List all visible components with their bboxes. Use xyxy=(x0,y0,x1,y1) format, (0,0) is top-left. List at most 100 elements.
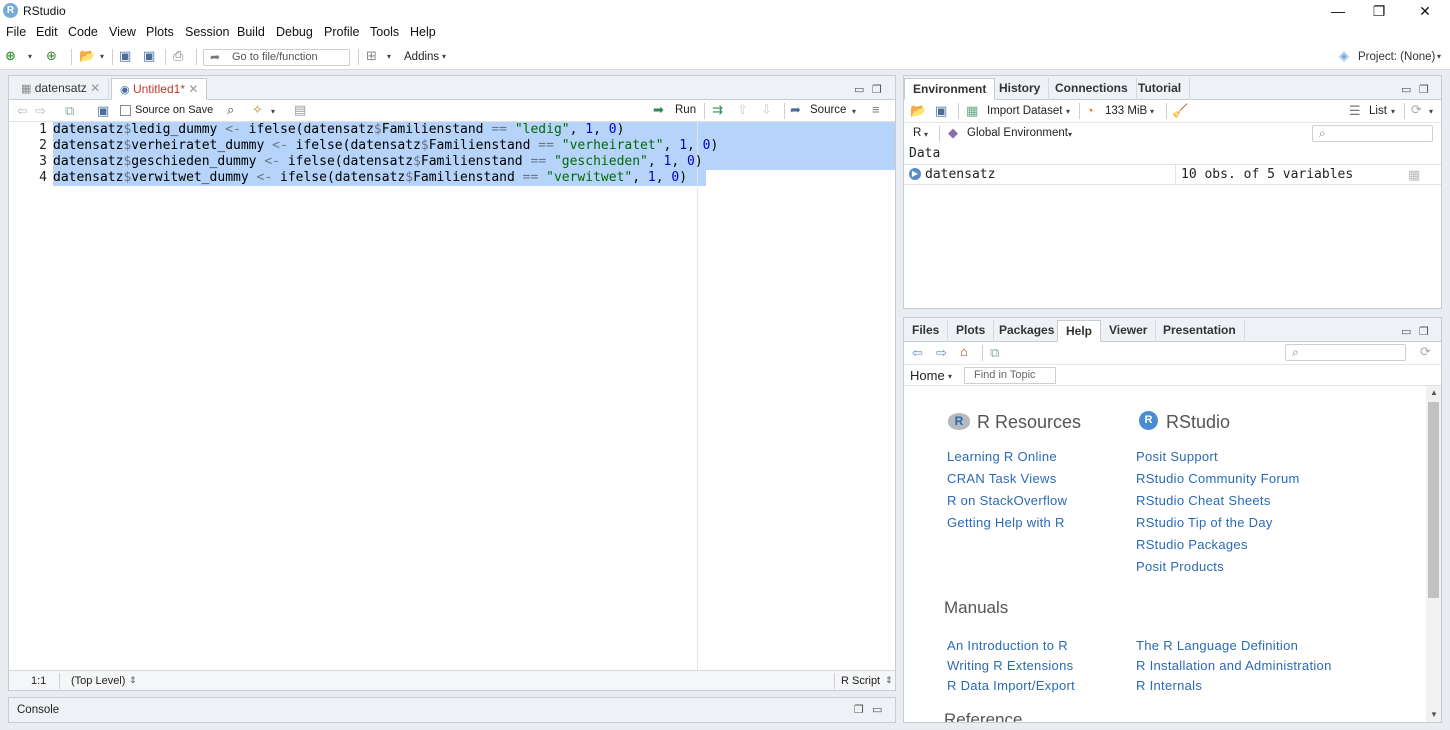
forward-arrow-icon[interactable]: ⇨ xyxy=(35,103,46,119)
link-language-definition[interactable]: The R Language Definition xyxy=(1136,638,1298,653)
menu-build[interactable]: Build xyxy=(237,25,265,39)
menu-file[interactable]: File xyxy=(6,25,26,39)
new-file-icon[interactable]: ⊕ xyxy=(5,48,16,64)
console-tab[interactable]: Console xyxy=(17,704,59,716)
minimize-button[interactable]: — xyxy=(1315,0,1361,22)
close-icon[interactable]: ✕ xyxy=(90,81,100,95)
scope-selector[interactable]: (Top Level) xyxy=(71,675,125,687)
import-dataset-button[interactable]: Import Dataset xyxy=(987,105,1062,117)
chevron-down-icon[interactable]: ▾ xyxy=(442,49,446,65)
chevron-down-icon[interactable]: ▾ xyxy=(1066,104,1070,120)
menu-view[interactable]: View xyxy=(109,25,136,39)
tab-packages[interactable]: Packages xyxy=(991,320,1064,342)
link-installation-admin[interactable]: R Installation and Administration xyxy=(1136,658,1332,673)
tab-viewer[interactable]: Viewer xyxy=(1101,320,1157,342)
link-posit-support[interactable]: Posit Support xyxy=(1136,449,1218,464)
chevron-down-icon[interactable]: ▾ xyxy=(1437,49,1441,65)
new-project-icon[interactable]: ⊕ xyxy=(46,48,57,64)
link-intro-to-r[interactable]: An Introduction to R xyxy=(947,638,1068,653)
maximize-pane-icon[interactable]: ❐ xyxy=(1419,83,1429,96)
minimize-pane-icon[interactable]: ▭ xyxy=(1401,325,1411,338)
link-community-forum[interactable]: RStudio Community Forum xyxy=(1136,471,1300,486)
project-menu[interactable]: Project: (None) xyxy=(1358,51,1435,63)
menu-help[interactable]: Help xyxy=(410,25,436,39)
tab-environment[interactable]: Environment xyxy=(904,78,996,100)
expand-arrow-icon[interactable]: ▶ xyxy=(909,168,921,180)
goto-file-input[interactable]: ➦ Go to file/function xyxy=(203,49,350,66)
search-icon[interactable]: ⌕ xyxy=(227,102,234,118)
link-cran-task-views[interactable]: CRAN Task Views xyxy=(947,471,1057,486)
broom-icon[interactable]: 🧹 xyxy=(1172,103,1188,119)
chevron-down-icon[interactable]: ▾ xyxy=(1429,104,1433,120)
link-posit-products[interactable]: Posit Products xyxy=(1136,559,1224,574)
environment-search-input[interactable]: ⌕ xyxy=(1312,125,1433,142)
tab-datensatz[interactable]: ▦ datensatz ✕ xyxy=(13,78,110,100)
tab-help[interactable]: Help xyxy=(1057,320,1102,342)
home-icon[interactable]: ⌂ xyxy=(960,344,968,360)
open-file-icon[interactable]: 📂 xyxy=(79,48,95,64)
global-environment-selector[interactable]: Global Environment xyxy=(967,127,1068,139)
refresh-icon[interactable]: ⟳ xyxy=(1411,102,1422,118)
up-arrow-icon[interactable]: ⇧ xyxy=(737,102,748,118)
link-learning-r[interactable]: Learning R Online xyxy=(947,449,1057,464)
minimize-pane-icon[interactable]: ▭ xyxy=(1401,83,1411,96)
grid-layout-icon[interactable]: ⊞ xyxy=(366,48,377,64)
memory-usage[interactable]: 133 MiB xyxy=(1105,105,1147,117)
tab-untitled1[interactable]: ◉ Untitled1* ✕ xyxy=(111,78,208,100)
down-arrow-icon[interactable]: ⇩ xyxy=(761,102,772,118)
restore-pane-icon[interactable]: ❐ xyxy=(854,703,864,716)
chevron-down-icon[interactable]: ▾ xyxy=(948,369,952,385)
run-button[interactable]: Run xyxy=(675,104,696,116)
view-table-icon[interactable]: ▦ xyxy=(1408,167,1420,183)
language-selector[interactable]: R xyxy=(913,127,921,139)
help-search-input[interactable]: ⌕ xyxy=(1285,344,1406,361)
scroll-down-icon[interactable]: ▼ xyxy=(1430,710,1438,719)
help-scrollbar[interactable]: ▲ ▼ xyxy=(1426,386,1441,722)
magic-wand-icon[interactable]: ✧ xyxy=(252,102,263,118)
chevron-down-icon[interactable]: ▾ xyxy=(1068,127,1072,143)
close-icon[interactable]: ✕ xyxy=(188,82,198,96)
chevron-down-icon[interactable]: ▾ xyxy=(1391,104,1395,120)
environment-row[interactable]: ▶ datensatz 10 obs. of 5 variables ▦ xyxy=(904,164,1441,185)
minimize-pane-icon[interactable]: ▭ xyxy=(854,83,864,96)
close-button[interactable]: ✕ xyxy=(1402,0,1448,22)
chevron-down-icon[interactable]: ▾ xyxy=(852,104,856,120)
tab-files[interactable]: Files xyxy=(904,320,949,342)
file-type-selector[interactable]: R Script xyxy=(841,675,880,687)
scroll-up-icon[interactable]: ▲ xyxy=(1430,388,1438,397)
outline-icon[interactable]: ≡ xyxy=(872,102,880,118)
show-in-window-icon[interactable]: ⧉ xyxy=(990,345,999,361)
chevron-down-icon[interactable]: ▾ xyxy=(387,49,391,65)
back-arrow-icon[interactable]: ⇦ xyxy=(912,345,923,361)
maximize-pane-icon[interactable]: ❐ xyxy=(1419,325,1429,338)
maximize-pane-icon[interactable]: ▭ xyxy=(872,703,882,716)
rerun-icon[interactable]: ⇉ xyxy=(712,102,723,118)
menu-code[interactable]: Code xyxy=(68,25,98,39)
code-editor[interactable]: datensatz $ ledig_dummy <- ifelse(datensat… xyxy=(51,122,895,670)
scrollbar-thumb[interactable] xyxy=(1428,402,1439,598)
save-icon[interactable]: ▣ xyxy=(119,48,131,64)
view-mode-selector[interactable]: List xyxy=(1369,105,1387,117)
maximize-button[interactable]: ❐ xyxy=(1356,0,1402,22)
show-in-window-icon[interactable]: ⧉ xyxy=(65,103,74,119)
menu-tools[interactable]: Tools xyxy=(370,25,399,39)
save-icon[interactable]: ▣ xyxy=(97,103,109,119)
tab-tutorial[interactable]: Tutorial xyxy=(1130,78,1191,100)
refresh-icon[interactable]: ⟳ xyxy=(1420,344,1431,360)
link-data-import-export[interactable]: R Data Import/Export xyxy=(947,678,1075,693)
tab-connections[interactable]: Connections xyxy=(1047,78,1137,100)
chevron-down-icon[interactable]: ▾ xyxy=(271,104,275,120)
link-tip-of-the-day[interactable]: RStudio Tip of the Day xyxy=(1136,515,1273,530)
tab-history[interactable]: History xyxy=(991,78,1050,100)
menu-plots[interactable]: Plots xyxy=(146,25,174,39)
link-writing-r-extensions[interactable]: Writing R Extensions xyxy=(947,658,1073,673)
chevron-down-icon[interactable]: ▾ xyxy=(28,49,32,65)
console-pane[interactable]: Console ❐ ▭ xyxy=(8,697,896,723)
source-button[interactable]: Source xyxy=(810,104,846,116)
find-in-topic-input[interactable]: Find in Topic xyxy=(964,367,1056,384)
print-icon[interactable]: ⎙ xyxy=(173,48,183,64)
link-r-stackoverflow[interactable]: R on StackOverflow xyxy=(947,493,1067,508)
link-rstudio-packages[interactable]: RStudio Packages xyxy=(1136,537,1248,552)
addins-menu[interactable]: Addins xyxy=(404,51,439,63)
tab-plots[interactable]: Plots xyxy=(948,320,995,342)
